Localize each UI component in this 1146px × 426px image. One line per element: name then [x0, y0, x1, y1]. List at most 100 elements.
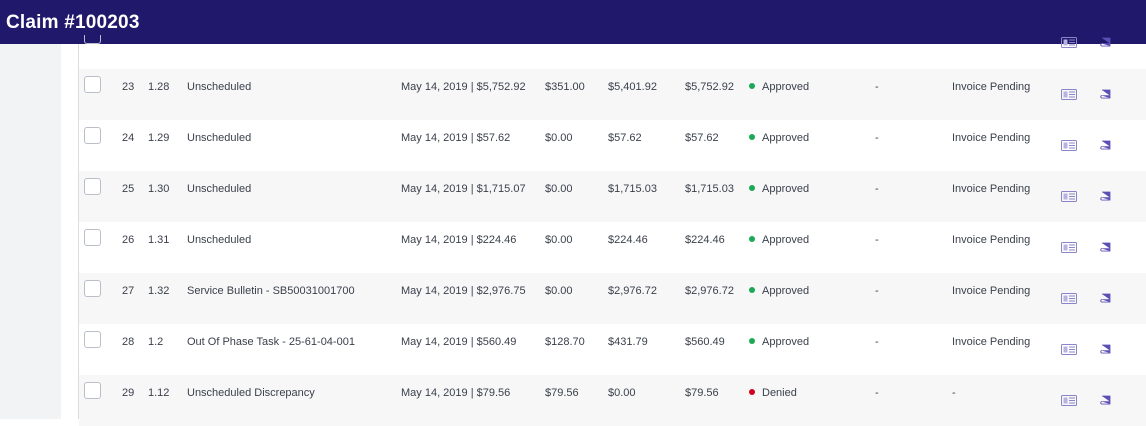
table-row[interactable]: 26 1.31 Unscheduled May 14, 2019 | $224.46 $…	[79, 222, 1146, 273]
table-row[interactable]: 24 1.29 Unscheduled May 14, 2019 | $57.62 $0…	[79, 120, 1146, 171]
row-checkbox[interactable]	[84, 280, 101, 297]
status-dot-icon	[749, 185, 755, 191]
date-total: May 14, 2019 | $560.49	[401, 336, 517, 348]
table-row-partial	[79, 35, 1146, 69]
status-badge: Approved	[749, 336, 809, 349]
status-dot-icon	[749, 134, 755, 140]
table-row[interactable]: 29 1.12 Unscheduled Discrepancy May 14, 201…	[79, 375, 1146, 426]
amount-cell: $2,976.72	[685, 285, 734, 297]
book-icon[interactable]	[1100, 293, 1111, 307]
line-code: 1.29	[148, 132, 170, 144]
line-description: Unscheduled Discrepancy	[187, 387, 315, 399]
book-icon[interactable]	[1100, 191, 1111, 205]
status-label: Approved	[762, 234, 810, 246]
date-total: May 14, 2019 | $2,976.75	[401, 285, 526, 297]
document-view-icon[interactable]	[1061, 140, 1077, 154]
line-code: 1.31	[148, 234, 170, 246]
table-row[interactable]: 27 1.32 Service Bulletin - SB50031001700 Ma…	[79, 273, 1146, 324]
amount-cell: $2,976.72	[608, 285, 657, 297]
placeholder-cell: -	[875, 336, 879, 348]
row-checkbox[interactable]	[84, 382, 101, 399]
row-checkbox[interactable]	[84, 76, 101, 93]
table-row[interactable]: 23 1.28 Unscheduled May 14, 2019 | $5,752.9…	[79, 69, 1146, 120]
amount-cell: $79.56	[545, 387, 579, 399]
placeholder-cell: -	[875, 285, 879, 297]
status-dot-icon	[749, 83, 755, 89]
document-view-icon[interactable]	[1061, 293, 1077, 307]
status-dot-icon	[749, 287, 755, 293]
row-checkbox[interactable]	[84, 35, 101, 44]
status-badge: Approved	[749, 285, 809, 298]
amount-cell: $0.00	[545, 183, 573, 195]
line-code: 1.32	[148, 285, 170, 297]
amount-cell: $1,715.03	[608, 183, 657, 195]
amount-cell: $0.00	[608, 387, 636, 399]
line-code: 1.12	[148, 387, 170, 399]
amount-cell: $431.79	[608, 336, 648, 348]
placeholder-cell: -	[875, 387, 879, 399]
book-icon[interactable]	[1100, 395, 1111, 409]
line-description: Service Bulletin - SB50031001700	[187, 285, 355, 297]
line-number: 29	[122, 387, 135, 399]
status-label: Approved	[762, 81, 810, 93]
amount-cell: $224.46	[685, 234, 725, 246]
invoice-status: -	[952, 387, 956, 399]
placeholder-cell: -	[875, 81, 879, 93]
status-label: Denied	[762, 387, 797, 399]
line-description: Unscheduled	[187, 234, 252, 246]
status-dot-icon	[749, 389, 755, 395]
book-icon[interactable]	[1100, 242, 1111, 256]
amount-cell: $224.46	[608, 234, 648, 246]
document-view-icon[interactable]	[1061, 37, 1077, 48]
invoice-status: Invoice Pending	[952, 81, 1031, 93]
book-icon[interactable]	[1100, 37, 1111, 48]
line-code: 1.2	[148, 336, 164, 348]
status-badge: Approved	[749, 81, 809, 94]
document-view-icon[interactable]	[1061, 191, 1077, 205]
status-label: Approved	[762, 285, 810, 297]
row-checkbox[interactable]	[84, 229, 101, 246]
line-number: 28	[122, 336, 135, 348]
book-icon[interactable]	[1100, 89, 1111, 103]
amount-cell: $351.00	[545, 81, 585, 93]
line-number: 23	[122, 81, 135, 93]
invoice-status: Invoice Pending	[952, 132, 1031, 144]
line-number: 25	[122, 183, 135, 195]
book-icon[interactable]	[1100, 140, 1111, 154]
status-badge: Approved	[749, 234, 809, 247]
date-total: May 14, 2019 | $5,752.92	[401, 81, 526, 93]
status-label: Approved	[762, 132, 810, 144]
date-total: May 14, 2019 | $1,715.07	[401, 183, 526, 195]
line-code: 1.30	[148, 183, 170, 195]
row-checkbox[interactable]	[84, 331, 101, 348]
amount-cell: $79.56	[685, 387, 719, 399]
status-dot-icon	[749, 338, 755, 344]
page-title: Claim #100203	[6, 12, 140, 33]
amount-cell: $560.49	[685, 336, 725, 348]
placeholder-cell: -	[875, 183, 879, 195]
line-number: 27	[122, 285, 135, 297]
document-view-icon[interactable]	[1061, 395, 1077, 409]
document-view-icon[interactable]	[1061, 344, 1077, 358]
row-checkbox[interactable]	[84, 127, 101, 144]
line-code: 1.28	[148, 81, 170, 93]
placeholder-cell: -	[875, 132, 879, 144]
line-description: Unscheduled	[187, 132, 252, 144]
amount-cell: $0.00	[545, 285, 573, 297]
row-checkbox[interactable]	[84, 178, 101, 195]
date-total: May 14, 2019 | $57.62	[401, 132, 511, 144]
document-view-icon[interactable]	[1061, 89, 1077, 103]
line-number: 24	[122, 132, 135, 144]
status-label: Approved	[762, 183, 810, 195]
invoice-status: Invoice Pending	[952, 234, 1031, 246]
invoice-status: Invoice Pending	[952, 336, 1031, 348]
table-row[interactable]: 28 1.2 Out Of Phase Task - 25-61-04-001 May…	[79, 324, 1146, 375]
book-icon[interactable]	[1100, 344, 1111, 358]
invoice-status: Invoice Pending	[952, 183, 1031, 195]
document-view-icon[interactable]	[1061, 242, 1077, 256]
app-header: Claim #100203	[0, 0, 1146, 44]
table-row[interactable]: 25 1.30 Unscheduled May 14, 2019 | $1,715.0…	[79, 171, 1146, 222]
amount-cell: $57.62	[685, 132, 719, 144]
status-badge: Denied	[749, 387, 797, 400]
amount-cell: $0.00	[545, 234, 573, 246]
